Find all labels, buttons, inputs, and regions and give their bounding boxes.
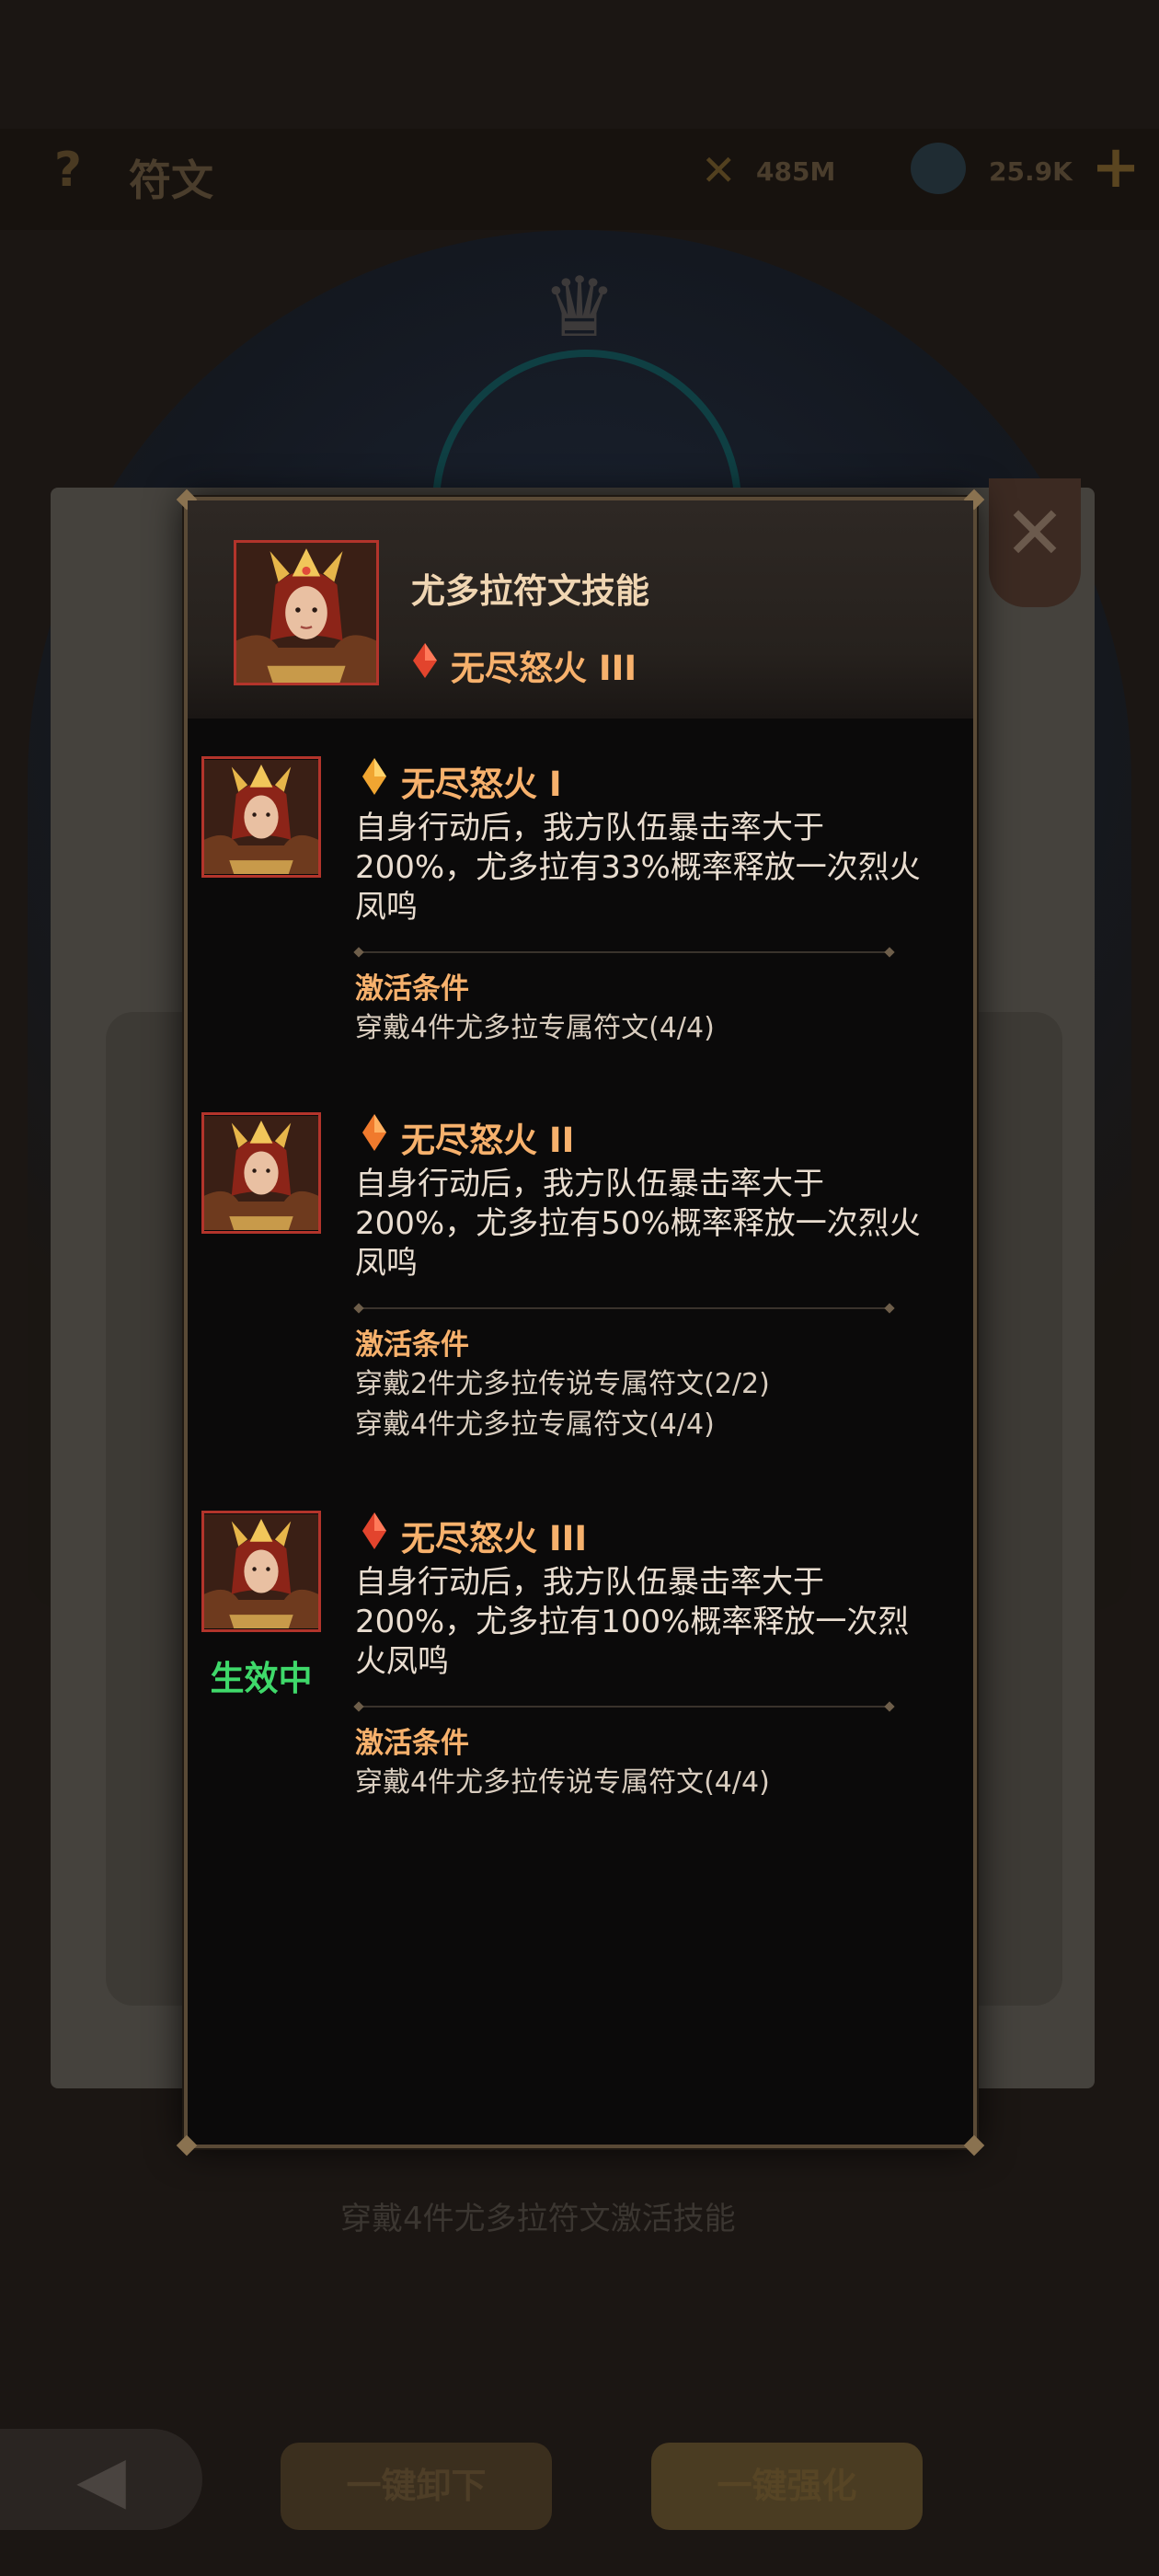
footer-hint: 穿戴4件尤多拉符文激活技能 — [340, 2201, 736, 2237]
tier-1-portrait — [201, 756, 321, 878]
tier-2-condition-2: 穿戴4件尤多拉专属符文(4/4) — [355, 1409, 715, 1441]
resource-2-value: 25.9K — [989, 156, 1073, 187]
red-gem-icon — [362, 1512, 386, 1549]
divider — [355, 951, 893, 953]
crown-icon: ♛ — [542, 259, 617, 356]
popup-title: 尤多拉符文技能 — [411, 571, 649, 611]
help-icon[interactable]: ? — [46, 143, 90, 198]
active-status-badge: 生效中 — [210, 1659, 313, 1698]
tier-3-condition-1: 穿戴4件尤多拉传说专属符文(4/4) — [355, 1766, 770, 1799]
hero-portrait-art — [236, 543, 376, 683]
orange-gem-icon — [362, 1114, 386, 1151]
tier-1-description: 自身行动后，我方队伍暴击率大于200%，尤多拉有33%概率释放一次烈火凤鸣 — [355, 810, 921, 926]
tier-1-name: 无尽怒火 I — [401, 765, 562, 804]
tier-2-condition-label: 激活条件 — [355, 1328, 469, 1362]
unequip-all-button[interactable]: 一键卸下 — [281, 2443, 552, 2530]
hero-portrait — [234, 540, 379, 685]
current-skill-name: 无尽怒火 III — [451, 649, 637, 688]
tier-2-portrait — [201, 1112, 321, 1234]
hero-portrait-art — [204, 1514, 318, 1628]
tier-3-name: 无尽怒火 III — [401, 1519, 588, 1558]
red-gem-icon — [413, 643, 437, 678]
tier-2-description: 自身行动后，我方队伍暴击率大于200%，尤多拉有50%概率释放一次烈火凤鸣 — [355, 1166, 921, 1282]
tier-1-condition-label: 激活条件 — [355, 972, 469, 1006]
tier-2-name: 无尽怒火 II — [401, 1121, 575, 1160]
rune-skill-popup: 尤多拉符文技能 无尽怒火 III 无尽怒火 I 自身行动后，我方队伍暴击率大于2… — [176, 489, 985, 2156]
tier-2-condition-1: 穿戴2件尤多拉传说专属符文(2/2) — [355, 1368, 770, 1400]
tier-1-condition-1: 穿戴4件尤多拉专属符文(4/4) — [355, 1012, 715, 1044]
divider — [355, 1706, 893, 1708]
tier-3-portrait — [201, 1511, 321, 1632]
yellow-gem-icon — [362, 758, 386, 795]
tier-3-description: 自身行动后，我方队伍暴击率大于200%，尤多拉有100%概率释放一次烈火凤鸣 — [355, 1564, 910, 1680]
back-arrow-icon[interactable]: ◀ — [0, 2429, 202, 2530]
crossed-swords-icon: ✕ — [701, 145, 737, 195]
divider — [355, 1307, 893, 1309]
plus-icon[interactable]: + — [1090, 138, 1142, 197]
popup-header: 尤多拉符文技能 无尽怒火 III — [188, 500, 973, 719]
close-icon[interactable]: ✕ — [989, 478, 1081, 607]
screen-title: 符文 — [129, 155, 213, 205]
tier-3-condition-label: 激活条件 — [355, 1727, 469, 1760]
resource-1-value: 485M — [756, 156, 836, 187]
gem-currency-icon — [911, 143, 966, 194]
hero-portrait-art — [204, 760, 318, 874]
hero-portrait-art — [204, 1116, 318, 1230]
enhance-all-button[interactable]: 一键强化 — [651, 2443, 923, 2530]
